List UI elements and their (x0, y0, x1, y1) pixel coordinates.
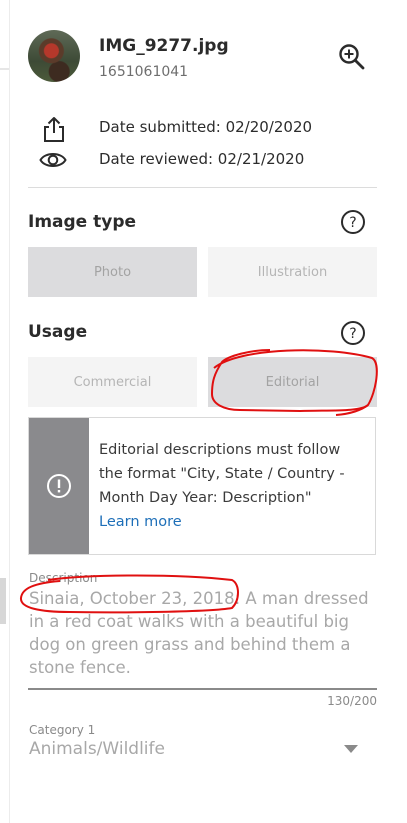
notice-text: Editorial descriptions must follow the f… (99, 438, 365, 534)
description-counter: 130/200 (327, 694, 377, 708)
notice-bar (29, 418, 89, 554)
chevron-down-icon[interactable] (344, 745, 358, 753)
usage-title: Usage (28, 322, 88, 342)
image-type-photo-button[interactable]: Photo (28, 247, 197, 297)
alert-icon (47, 474, 71, 498)
category-label: Category 1 (29, 723, 96, 737)
usage-commercial-button[interactable]: Commercial (28, 357, 197, 407)
image-type-title: Image type (28, 212, 137, 232)
help-icon[interactable]: ? (340, 209, 366, 235)
date-reviewed: Date reviewed: 02/21/2020 (99, 150, 305, 168)
usage-editorial-button[interactable]: Editorial (208, 357, 377, 407)
svg-text:?: ? (349, 215, 356, 231)
category-select[interactable]: Animals/Wildlife (29, 739, 165, 759)
help-icon[interactable]: ? (340, 320, 366, 346)
image-type-illustration-button[interactable]: Illustration (208, 247, 377, 297)
description-underline (28, 688, 377, 690)
left-panel-scrollbar[interactable] (0, 578, 6, 624)
share-icon (44, 117, 64, 142)
description-label: Description (29, 571, 98, 585)
image-thumbnail[interactable] (28, 30, 80, 82)
learn-more-link[interactable]: Learn more (99, 514, 182, 530)
file-name: IMG_9277.jpg (99, 36, 229, 56)
zoom-in-icon[interactable] (337, 42, 367, 72)
eye-icon (39, 153, 67, 167)
section-divider (28, 187, 377, 188)
file-id: 1651061041 (99, 64, 189, 80)
svg-text:?: ? (349, 326, 356, 342)
left-panel-edge (0, 0, 10, 823)
left-panel-divider (0, 68, 9, 70)
editorial-notice: Editorial descriptions must follow the f… (28, 417, 376, 555)
date-submitted: Date submitted: 02/20/2020 (99, 118, 313, 136)
description-field[interactable]: Sinaia, October 23, 2018: A man dressed … (29, 587, 379, 679)
notice-message: Editorial descriptions must follow the f… (99, 442, 345, 506)
